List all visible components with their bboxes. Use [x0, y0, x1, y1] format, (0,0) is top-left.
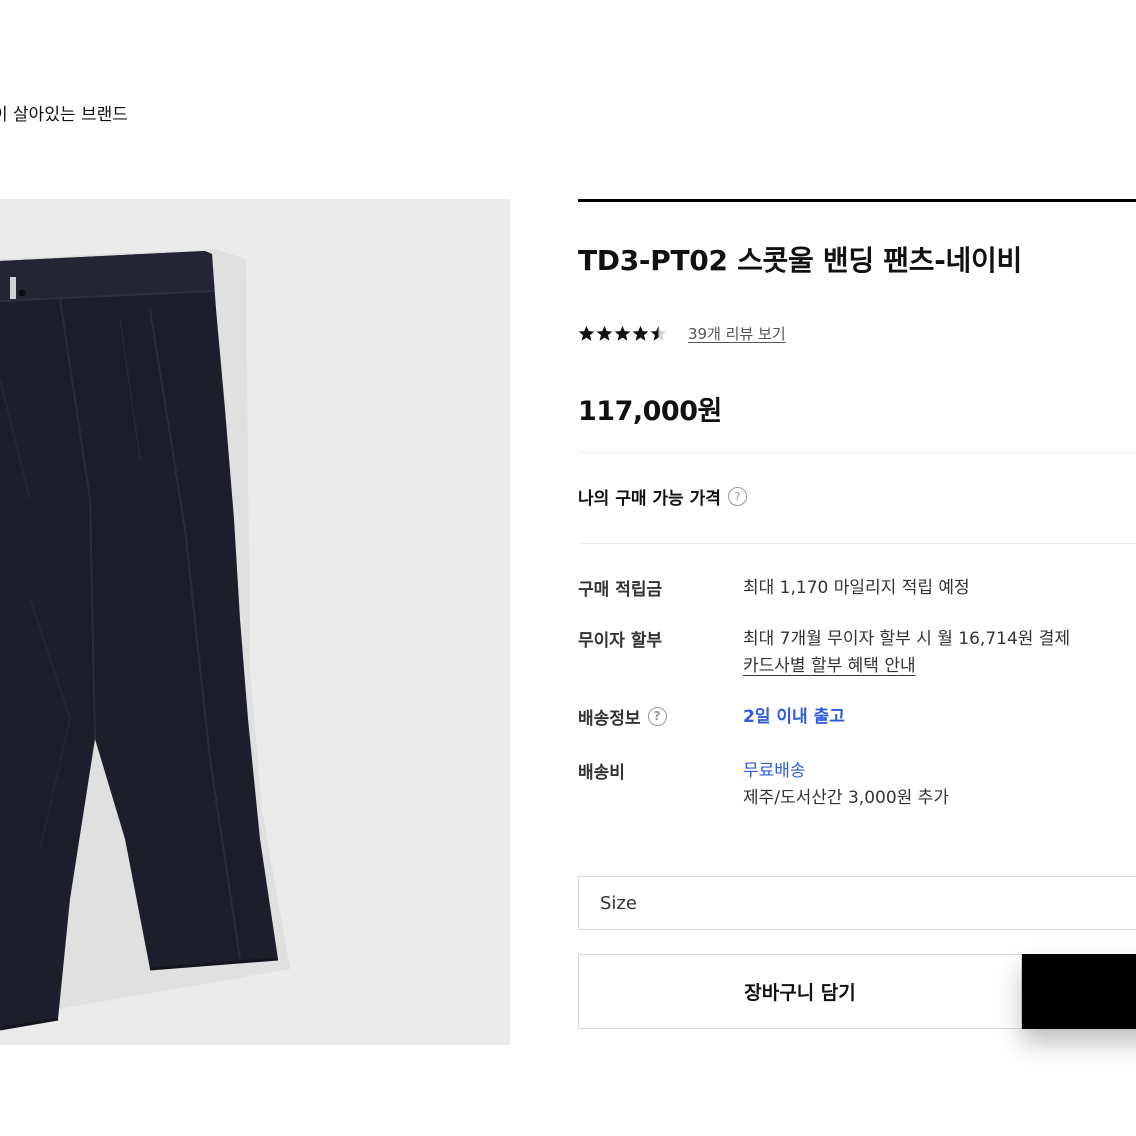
- points-text: 최대 1,170 마일리지 적립 예정: [743, 578, 970, 598]
- points-label: 구매 적립금: [578, 579, 663, 600]
- review-link[interactable]: 39개 리뷰 보기: [688, 323, 786, 344]
- points-row: 구매 적립금 최대 1,170 마일리지 적립 예정: [578, 575, 1136, 602]
- star-full-icon: [578, 325, 595, 341]
- rating: 39개 리뷰 보기: [578, 323, 786, 344]
- top-rule: [578, 199, 1136, 202]
- shipping-info-label-wrap: 배송정보 ?: [578, 704, 743, 729]
- installment-row: 무이자 할부 최대 7개월 무이자 할부 시 월 16,714원 결제 카드사별…: [578, 626, 1136, 680]
- shipping-fee-note: 제주/도서산간 3,000원 추가: [743, 788, 949, 808]
- shipping-fee-row: 배송비 무료배송 제주/도서산간 3,000원 추가: [578, 758, 1136, 812]
- shipping-info-value: 2일 이내 출고: [743, 704, 845, 731]
- shipping-info-row: 배송정보 ? 2일 이내 출고: [578, 704, 1136, 731]
- star-full-icon: [632, 325, 649, 341]
- help-icon[interactable]: ?: [727, 487, 747, 506]
- installment-label: 무이자 할부: [578, 630, 663, 651]
- free-shipping: 무료배송: [743, 761, 806, 781]
- divider: [578, 452, 1136, 453]
- star-full-icon: [614, 325, 631, 341]
- size-select[interactable]: Size: [578, 876, 1136, 930]
- product-title: TD3-PT02 스콧울 밴딩 팬츠-네이비: [578, 244, 1022, 277]
- shipping-fee-value: 무료배송 제주/도서산간 3,000원 추가: [743, 758, 949, 812]
- help-icon[interactable]: ?: [647, 706, 667, 726]
- shipping-fee-label: 배송비: [578, 762, 625, 783]
- shipping-eta: 2일 이내 출고: [743, 707, 845, 727]
- shipping-info-label: 배송정보: [578, 708, 641, 729]
- pants-illustration: [0, 249, 290, 1031]
- star-rating: [578, 325, 668, 343]
- product-price: 117,000원: [578, 396, 722, 427]
- star-half-icon: [650, 325, 667, 341]
- product-page: 이 살아있는 브랜드 TD3-PT02 스콧울 밴딩 팬츠-네이비 39개 리뷰…: [0, 0, 1136, 1136]
- installment-value: 최대 7개월 무이자 할부 시 월 16,714원 결제 카드사별 할부 혜택 …: [743, 626, 1070, 680]
- points-value: 최대 1,170 마일리지 적립 예정: [743, 575, 970, 602]
- buy-now-button[interactable]: [1022, 954, 1136, 1029]
- add-to-cart-button[interactable]: 장바구니 담기: [578, 954, 1022, 1029]
- my-price-label: 나의 구매 가능 가격: [578, 489, 721, 509]
- card-benefits-link[interactable]: 카드사별 할부 혜택 안내: [743, 653, 1070, 680]
- brand-tagline: 이 살아있는 브랜드: [0, 105, 128, 125]
- divider: [578, 543, 1136, 544]
- installment-text: 최대 7개월 무이자 할부 시 월 16,714원 결제: [743, 629, 1071, 649]
- my-purchase-price[interactable]: 나의 구매 가능 가격 ?: [578, 484, 747, 509]
- star-full-icon: [596, 325, 613, 341]
- product-image[interactable]: [0, 199, 510, 1045]
